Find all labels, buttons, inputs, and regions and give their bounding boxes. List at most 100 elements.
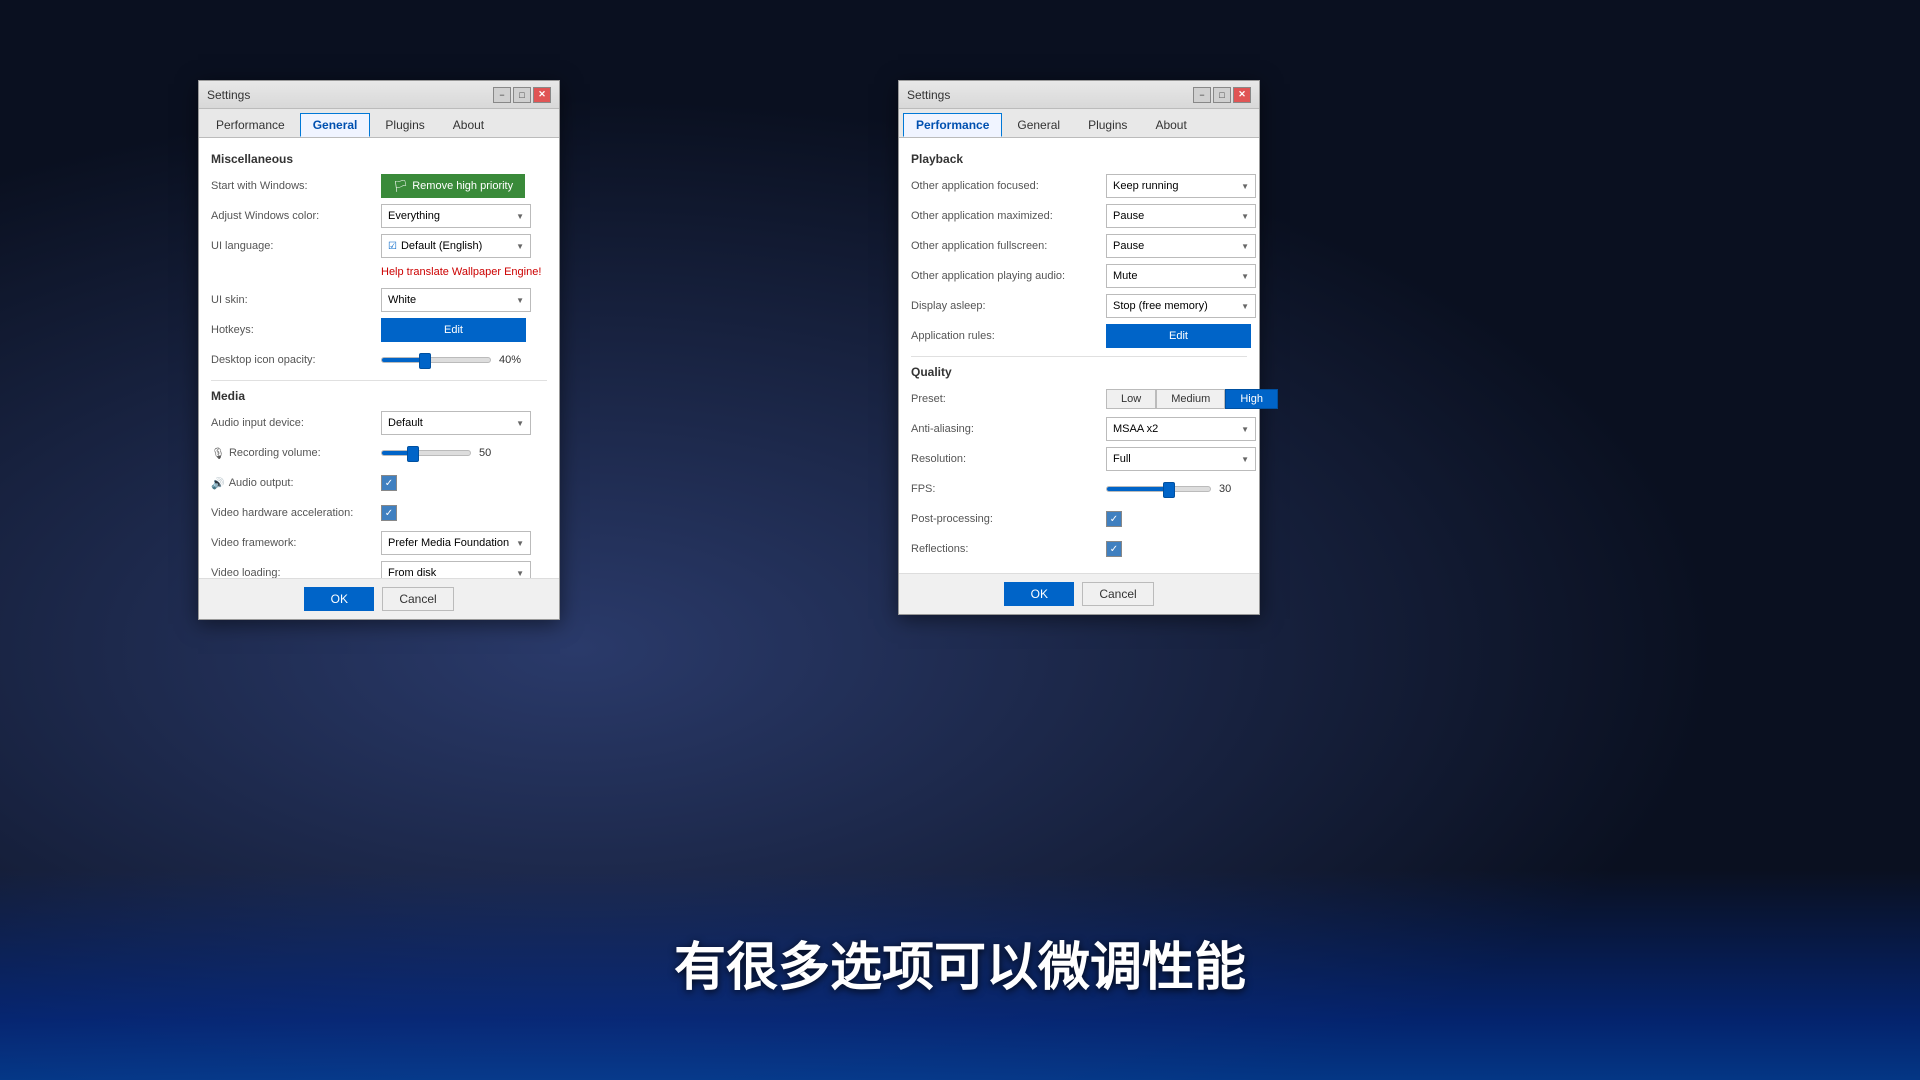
window-footer-2: OK Cancel bbox=[899, 573, 1259, 614]
tab-plugins-1[interactable]: Plugins bbox=[372, 113, 437, 137]
label-audio-output: 🔊 Audio output: bbox=[211, 477, 381, 490]
dropdown-audio-input[interactable]: Default ▼ bbox=[381, 411, 531, 435]
dropdown-app-audio[interactable]: Mute ▼ bbox=[1106, 264, 1256, 288]
label-display-asleep: Display asleep: bbox=[911, 300, 1106, 312]
dropdown-audio-pb-value: Mute bbox=[1113, 270, 1137, 282]
dropdown-app-focused[interactable]: Keep running ▼ bbox=[1106, 174, 1256, 198]
minimize-button-2[interactable]: − bbox=[1193, 87, 1211, 103]
checkbox-reflections[interactable]: ✓ bbox=[1106, 541, 1122, 557]
checkbox-audio-output[interactable]: ✓ bbox=[381, 475, 397, 491]
ctrl-app-audio: Mute ▼ bbox=[1106, 264, 1256, 288]
label-ui-language: UI language: bbox=[211, 240, 381, 252]
chevron-down-icon: ▼ bbox=[516, 212, 524, 221]
fps-slider-track[interactable] bbox=[1106, 486, 1211, 492]
maximize-button-1[interactable]: □ bbox=[513, 87, 531, 103]
chevron-down-icon-focused: ▼ bbox=[1241, 182, 1249, 191]
minimize-button-1[interactable]: − bbox=[493, 87, 511, 103]
app-rules-edit-button[interactable]: Edit bbox=[1106, 324, 1251, 348]
dropdown-video-loading[interactable]: From disk ▼ bbox=[381, 561, 531, 578]
row-video-framework: Video framework: Prefer Media Foundation… bbox=[211, 531, 547, 555]
dropdown-fullscreen-value: Pause bbox=[1113, 240, 1144, 252]
label-adjust-color: Adjust Windows color: bbox=[211, 210, 381, 222]
dropdown-audio-value: Default bbox=[388, 417, 423, 429]
dropdown-app-fullscreen[interactable]: Pause ▼ bbox=[1106, 234, 1256, 258]
tab-general-2[interactable]: General bbox=[1004, 113, 1073, 137]
tab-about-2[interactable]: About bbox=[1142, 113, 1199, 137]
titlebar-2: Settings − □ ✕ bbox=[899, 81, 1259, 109]
tab-performance-1[interactable]: Performance bbox=[203, 113, 298, 137]
tab-plugins-2[interactable]: Plugins bbox=[1075, 113, 1140, 137]
dropdown-ui-language[interactable]: ☑ Default (English) ▼ bbox=[381, 234, 531, 258]
cancel-button-1[interactable]: Cancel bbox=[382, 587, 453, 611]
dropdown-resolution[interactable]: Full ▼ bbox=[1106, 447, 1256, 471]
subtitle: 有很多选项可以微调性能 bbox=[674, 925, 1246, 1000]
label-app-rules: Application rules: bbox=[911, 330, 1106, 342]
ctrl-audio-input: Default ▼ bbox=[381, 411, 547, 435]
label-app-fullscreen: Other application fullscreen: bbox=[911, 240, 1106, 252]
tab-about-1[interactable]: About bbox=[440, 113, 497, 137]
tabs-2: Performance General Plugins About bbox=[899, 109, 1259, 138]
row-display-asleep: Display asleep: Stop (free memory) ▼ bbox=[911, 294, 1247, 318]
help-translate-link[interactable]: Help translate Wallpaper Engine! bbox=[381, 266, 541, 278]
window-title-1: Settings bbox=[207, 88, 250, 102]
label-start-windows: Start with Windows: bbox=[211, 180, 381, 192]
ctrl-app-rules: Edit bbox=[1106, 324, 1251, 348]
close-button-2[interactable]: ✕ bbox=[1233, 87, 1251, 103]
row-audio-output: 🔊 Audio output: ✓ bbox=[211, 471, 547, 495]
chevron-down-icon-lang: ▼ bbox=[516, 242, 524, 251]
checkbox-hw-accel[interactable]: ✓ bbox=[381, 505, 397, 521]
row-ui-language: UI language: ☑ Default (English) ▼ bbox=[211, 234, 547, 258]
chevron-down-icon-asleep: ▼ bbox=[1241, 302, 1249, 311]
label-resolution: Resolution: bbox=[911, 453, 1106, 465]
opacity-slider-thumb[interactable] bbox=[419, 353, 431, 369]
ctrl-ui-skin: White ▼ bbox=[381, 288, 547, 312]
dropdown-video-framework[interactable]: Prefer Media Foundation ▼ bbox=[381, 531, 531, 555]
chevron-down-icon-audio: ▼ bbox=[516, 419, 524, 428]
fps-slider-container: 30 bbox=[1106, 483, 1249, 495]
recording-slider-thumb[interactable] bbox=[407, 446, 419, 462]
maximize-button-2[interactable]: □ bbox=[1213, 87, 1231, 103]
fps-slider-thumb[interactable] bbox=[1163, 482, 1175, 498]
label-hotkeys: Hotkeys: bbox=[211, 324, 381, 336]
ctrl-preset: Low Medium High bbox=[1106, 389, 1278, 409]
close-button-1[interactable]: ✕ bbox=[533, 87, 551, 103]
dropdown-loading-value: From disk bbox=[388, 567, 436, 578]
dropdown-display-asleep[interactable]: Stop (free memory) ▼ bbox=[1106, 294, 1256, 318]
dropdown-antialiasing[interactable]: MSAA x2 ▼ bbox=[1106, 417, 1256, 441]
preset-low-button[interactable]: Low bbox=[1106, 389, 1156, 409]
dropdown-app-maximized[interactable]: Pause ▼ bbox=[1106, 204, 1256, 228]
row-icon-opacity: Desktop icon opacity: 40% bbox=[211, 348, 547, 372]
dropdown-framework-value: Prefer Media Foundation bbox=[388, 537, 509, 549]
tab-general-1[interactable]: General bbox=[300, 113, 371, 137]
recording-slider-track[interactable] bbox=[381, 450, 471, 456]
preset-medium-button[interactable]: Medium bbox=[1156, 389, 1225, 409]
ctrl-recording-vol: 50 bbox=[381, 447, 547, 459]
dropdown-maximized-value: Pause bbox=[1113, 210, 1144, 222]
hotkeys-edit-button[interactable]: Edit bbox=[381, 318, 526, 342]
dropdown-adjust-color[interactable]: Everything ▼ bbox=[381, 204, 531, 228]
row-recording-vol: 🎙 Recording volume: 50 bbox=[211, 441, 547, 465]
row-hotkeys: Hotkeys: Edit bbox=[211, 318, 547, 342]
dropdown-ui-skin[interactable]: White ▼ bbox=[381, 288, 531, 312]
preset-high-button[interactable]: High bbox=[1225, 389, 1278, 409]
chevron-down-icon-maximized: ▼ bbox=[1241, 212, 1249, 221]
row-video-loading: Video loading: From disk ▼ bbox=[211, 561, 547, 578]
ctrl-post-processing: ✓ bbox=[1106, 511, 1247, 527]
settings-window-1: Settings − □ ✕ Performance General Plugi… bbox=[198, 80, 560, 620]
window-controls-2: − □ ✕ bbox=[1193, 87, 1251, 103]
label-antialiasing: Anti-aliasing: bbox=[911, 423, 1106, 435]
label-preset: Preset: bbox=[911, 393, 1106, 405]
section-quality-header: Quality bbox=[911, 365, 1247, 379]
ok-button-1[interactable]: OK bbox=[304, 587, 374, 611]
opacity-slider-track[interactable] bbox=[381, 357, 491, 363]
titlebar-1: Settings − □ ✕ bbox=[199, 81, 559, 109]
fps-slider-value: 30 bbox=[1219, 483, 1249, 495]
ok-button-2[interactable]: OK bbox=[1004, 582, 1074, 606]
cancel-button-2[interactable]: Cancel bbox=[1082, 582, 1153, 606]
remove-high-priority-button[interactable]: 🏳 Remove high priority bbox=[381, 174, 525, 198]
chevron-down-icon-audio-pb: ▼ bbox=[1241, 272, 1249, 281]
checkbox-post-processing[interactable]: ✓ bbox=[1106, 511, 1122, 527]
tab-performance-2[interactable]: Performance bbox=[903, 113, 1002, 137]
ctrl-audio-output: ✓ bbox=[381, 475, 547, 491]
ctrl-app-maximized: Pause ▼ bbox=[1106, 204, 1256, 228]
